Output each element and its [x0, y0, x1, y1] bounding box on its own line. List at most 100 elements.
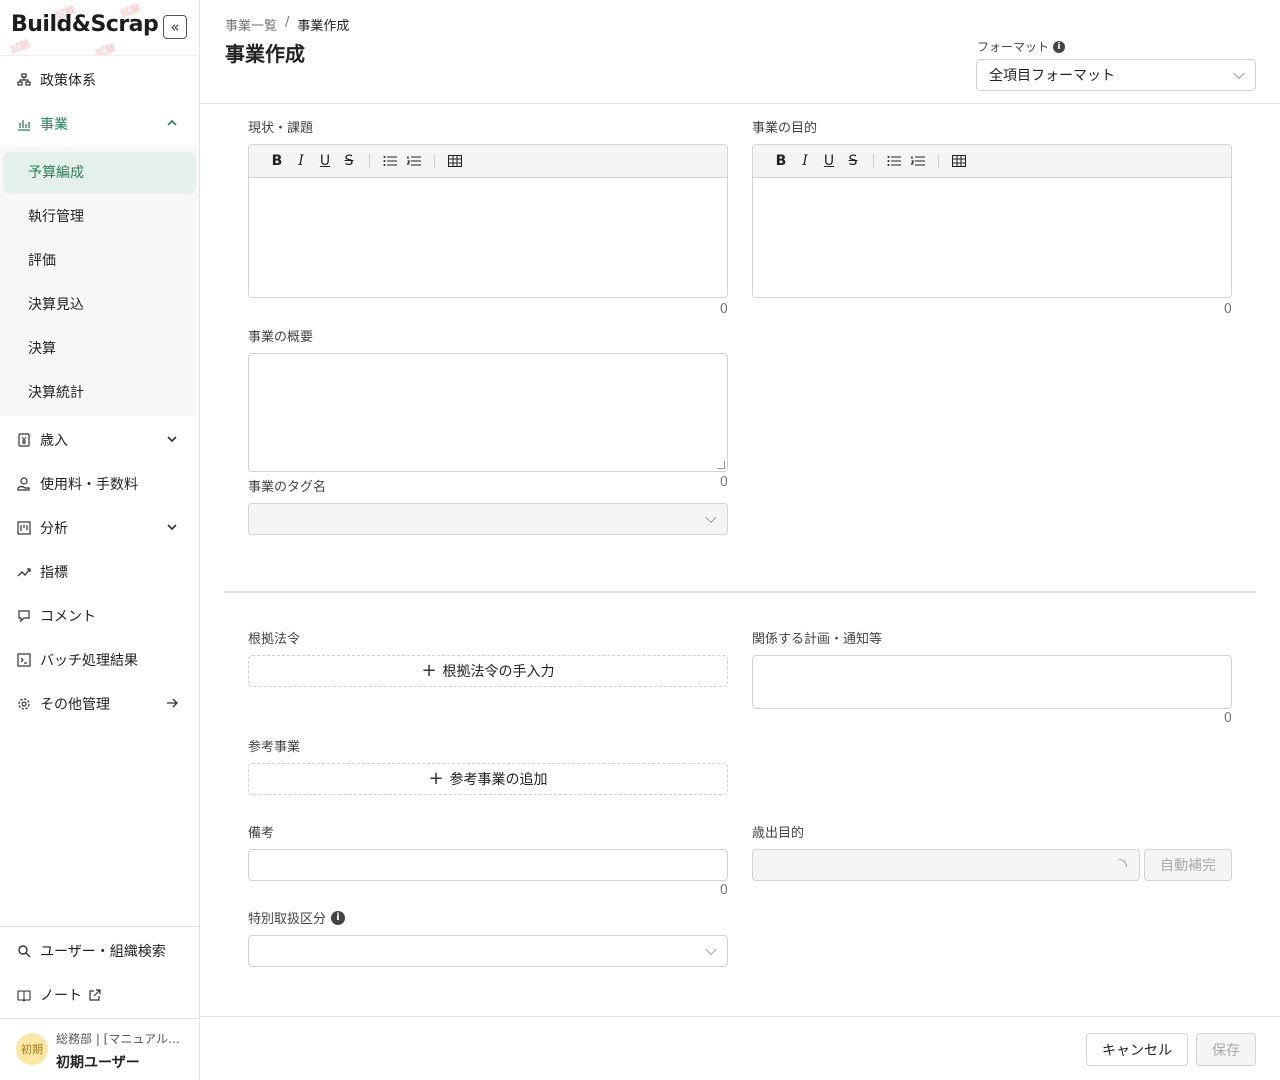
- bold-button[interactable]: B: [769, 151, 793, 171]
- sidebar-subitem-budget[interactable]: 予算編成: [4, 152, 195, 192]
- sidebar-item-other-admin[interactable]: その他管理: [0, 682, 199, 726]
- breadcrumb-current: 事業作成: [297, 19, 350, 34]
- search-icon: [16, 943, 32, 959]
- related-plans-label: 関係する計画・通知等: [752, 632, 883, 647]
- sidebar-item-policy[interactable]: 政策体系: [0, 58, 199, 102]
- user-name: 初期ユーザー: [56, 1055, 140, 1071]
- chevron-up-icon: [165, 116, 179, 130]
- sidebar-item-fees[interactable]: 使用料・手数料: [0, 462, 199, 506]
- chevron-down-icon: [705, 943, 717, 956]
- table-icon[interactable]: [947, 151, 971, 171]
- loading-spinner-icon: [1119, 859, 1127, 867]
- divider: [200, 103, 1280, 104]
- chevron-down-icon: [1233, 67, 1245, 80]
- sidebar-item-revenue[interactable]: 歳入: [0, 418, 199, 462]
- sidebar-item-batch[interactable]: バッチ処理結果: [0, 638, 199, 682]
- purpose-editor[interactable]: B I U S: [752, 144, 1232, 298]
- numbered-list-icon[interactable]: [906, 151, 930, 171]
- double-chevron-left-icon: «: [170, 17, 180, 36]
- legal-basis-label: 根拠法令: [248, 632, 301, 647]
- overview-textarea[interactable]: [248, 353, 728, 472]
- reference-label: 参考事業: [248, 740, 301, 755]
- sidebar-item-indicators[interactable]: 指標: [0, 550, 199, 594]
- sidebar-item-notes[interactable]: ノート: [0, 973, 199, 1017]
- logo-area: 試験 試験 試験 試験 Build&Scrap «: [0, 0, 200, 56]
- breadcrumb-project-list[interactable]: 事業一覧: [225, 15, 277, 34]
- sidebar-item-label: その他管理: [40, 697, 110, 713]
- toolbar-separator: [434, 154, 435, 168]
- info-icon[interactable]: i: [1053, 40, 1066, 53]
- purpose-counter: 0: [1223, 302, 1232, 317]
- logo: Build&Scrap: [11, 12, 159, 37]
- underline-button[interactable]: U: [817, 151, 841, 171]
- fee-icon: [16, 476, 32, 492]
- toolbar-separator: [369, 154, 370, 168]
- cancel-button[interactable]: キャンセル: [1086, 1033, 1188, 1066]
- current-issues-editor[interactable]: B I U S: [248, 144, 728, 298]
- sidebar-subitem-settlement-stats[interactable]: 決算統計: [4, 372, 195, 412]
- current-issues-counter: 0: [719, 302, 728, 317]
- bullet-list-icon[interactable]: [882, 151, 906, 171]
- org-chart-icon: [16, 72, 32, 88]
- add-reference-project-button[interactable]: + 参考事業の追加: [248, 763, 728, 795]
- table-icon[interactable]: [443, 151, 467, 171]
- expense-purpose-select[interactable]: [752, 849, 1140, 881]
- format-select[interactable]: 全項目フォーマット: [976, 59, 1256, 91]
- strikethrough-button[interactable]: S: [841, 151, 865, 171]
- sidebar-item-label: バッチ処理結果: [40, 653, 138, 669]
- current-issues-label: 現状・課題: [248, 121, 314, 136]
- info-icon[interactable]: i: [331, 910, 346, 925]
- sidebar-item-label: ユーザー・組織検索: [40, 944, 166, 960]
- format-label: フォーマット i: [977, 38, 1066, 55]
- breadcrumb: 事業一覧 / 事業作成: [225, 15, 349, 34]
- plus-icon: +: [428, 768, 444, 789]
- bullet-list-icon[interactable]: [378, 151, 402, 171]
- editor-toolbar: B I U S: [753, 145, 1231, 178]
- underline-button[interactable]: U: [313, 151, 337, 171]
- collapse-sidebar-button[interactable]: «: [163, 15, 187, 39]
- resize-handle[interactable]: [717, 461, 725, 469]
- divider: [200, 1016, 1280, 1017]
- tags-select[interactable]: [248, 503, 728, 535]
- chevron-down-icon: [165, 432, 179, 446]
- related-plans-counter: 0: [1223, 711, 1232, 726]
- sidebar-item-label: 歳入: [40, 433, 68, 449]
- special-handling-label-text: 特別取扱区分: [248, 912, 327, 927]
- bar-chart-icon: [16, 116, 32, 132]
- arrow-right-icon: [165, 696, 179, 710]
- add-reference-project-label: 参考事業の追加: [449, 772, 548, 788]
- numbered-list-icon[interactable]: [402, 151, 426, 171]
- sidebar-subitem-settlement[interactable]: 決算: [4, 328, 195, 368]
- sidebar-item-project[interactable]: 事業: [0, 102, 199, 146]
- italic-button[interactable]: I: [289, 151, 313, 171]
- related-plans-textarea[interactable]: [752, 655, 1232, 709]
- revenue-icon: [16, 432, 32, 448]
- remarks-input[interactable]: [248, 849, 728, 881]
- overview-label: 事業の概要: [248, 330, 314, 345]
- sidebar-subitem-evaluation[interactable]: 評価: [4, 240, 195, 280]
- sidebar-item-label: 指標: [40, 565, 68, 581]
- toolbar-separator: [873, 154, 874, 168]
- book-icon: [16, 987, 32, 1003]
- sidebar-item-user-search[interactable]: ユーザー・組織検索: [0, 929, 199, 973]
- save-button[interactable]: 保存: [1196, 1033, 1256, 1066]
- italic-button[interactable]: I: [793, 151, 817, 171]
- sidebar-item-comments[interactable]: コメント: [0, 594, 199, 638]
- sidebar-item-label: 使用料・手数料: [40, 477, 138, 493]
- logo-stamp: 試験: [94, 42, 117, 56]
- sidebar-subitem-settlement-forecast[interactable]: 決算見込: [4, 284, 195, 324]
- auto-complete-button[interactable]: 自動補完: [1144, 849, 1232, 881]
- logo-stamp: 試験: [9, 38, 32, 56]
- overview-counter: 0: [719, 475, 728, 490]
- special-handling-select[interactable]: [248, 935, 728, 967]
- chevron-down-icon: [705, 511, 717, 524]
- sidebar-subitem-execution[interactable]: 執行管理: [4, 196, 195, 236]
- avatar[interactable]: 初期: [16, 1033, 48, 1065]
- bold-button[interactable]: B: [265, 151, 289, 171]
- gear-icon: [16, 696, 32, 712]
- strikethrough-button[interactable]: S: [337, 151, 361, 171]
- add-legal-basis-button[interactable]: + 根拠法令の手入力: [248, 655, 728, 687]
- add-legal-basis-label: 根拠法令の手入力: [442, 664, 555, 680]
- sidebar-item-analysis[interactable]: 分析: [0, 506, 199, 550]
- plus-icon: +: [421, 660, 437, 681]
